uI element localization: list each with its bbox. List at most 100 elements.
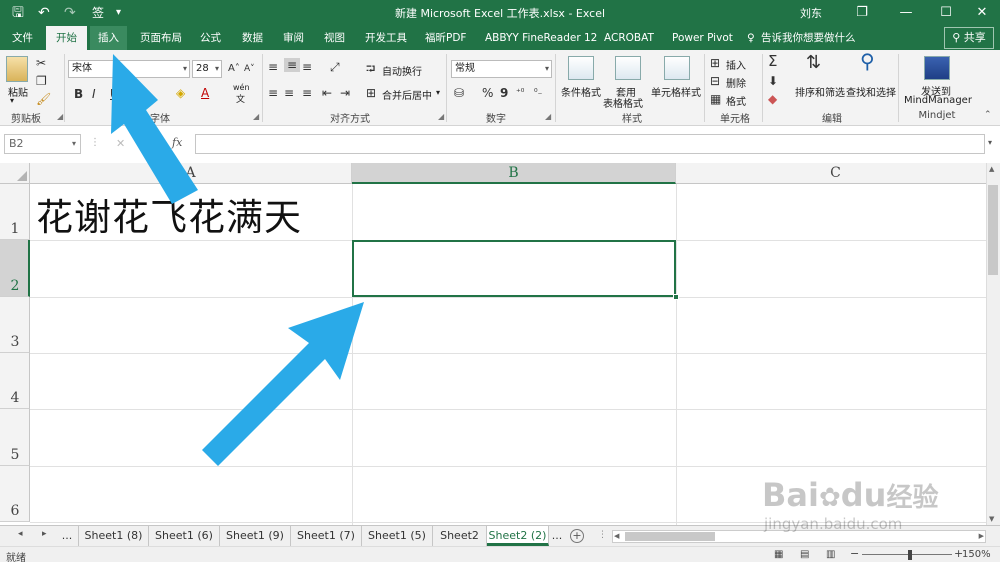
tab-developer[interactable]: 开发工具 <box>365 26 407 50</box>
format-table-label-2[interactable]: 表格格式 <box>603 95 643 110</box>
align-right-icon[interactable]: ≡ <box>302 86 312 100</box>
accounting-format-icon[interactable]: ⛁ <box>454 86 464 100</box>
fill-icon[interactable]: ⬇ <box>768 74 778 88</box>
share-button[interactable]: ⚲ 共享 <box>944 27 994 49</box>
tab-insert[interactable]: 插入 <box>90 26 127 50</box>
format-cells-button[interactable]: 格式 <box>726 93 746 108</box>
align-left-icon[interactable]: ≡ <box>268 86 278 100</box>
align-top-icon[interactable]: ≡ <box>268 60 278 74</box>
page-layout-view-icon[interactable]: ▤ <box>800 549 809 560</box>
cancel-entry-icon[interactable]: ✕ <box>116 137 125 150</box>
tab-home[interactable]: 开始 <box>46 26 87 50</box>
conditional-format-icon[interactable] <box>568 56 594 80</box>
collapse-ribbon-icon[interactable]: ⌃ <box>984 110 992 120</box>
column-header-a[interactable]: A <box>30 163 352 184</box>
sheet-tab[interactable]: Sheet1 (7) <box>291 526 362 546</box>
copy-icon[interactable]: ❐ <box>36 74 47 88</box>
phonetic-icon[interactable]: wén <box>233 83 250 92</box>
orientation-icon[interactable]: ⤢ <box>330 60 340 74</box>
alignment-launcher-icon[interactable]: ◢ <box>438 112 444 121</box>
tab-view[interactable]: 视图 <box>324 26 345 50</box>
sheet-tab[interactable]: Sheet2 <box>433 526 487 546</box>
autosum-icon[interactable]: Σ <box>768 54 777 69</box>
row-header-1[interactable]: 1 <box>0 184 30 240</box>
selected-cell-b2[interactable] <box>352 240 676 297</box>
select-all-corner[interactable] <box>0 163 30 184</box>
tab-power-pivot[interactable]: Power Pivot <box>672 26 733 50</box>
increase-indent-icon[interactable]: ⇥ <box>340 86 350 100</box>
fill-color-icon[interactable]: ◈ <box>176 86 185 100</box>
close-button[interactable]: ✕ <box>968 2 996 24</box>
decrease-indent-icon[interactable]: ⇤ <box>322 86 332 100</box>
tab-foxit-pdf[interactable]: 福昕PDF <box>425 26 466 50</box>
merge-center-button[interactable]: 合并后居中 <box>382 87 432 102</box>
delete-cells-icon[interactable]: ⊟ <box>710 74 720 88</box>
ribbon-display-icon[interactable]: ❐ <box>848 2 876 24</box>
zoom-out-button[interactable]: − <box>850 547 859 560</box>
increase-decimal-icon[interactable]: ⁺⁰ <box>516 86 524 100</box>
sheet-tab[interactable]: Sheet1 (5) <box>362 526 433 546</box>
row-header-3[interactable]: 3 <box>0 297 30 353</box>
more-sheets-right[interactable]: ... <box>549 526 565 546</box>
shrink-font-icon[interactable]: A˅ <box>244 62 255 76</box>
confirm-entry-icon[interactable]: ✓ <box>145 137 154 150</box>
number-launcher-icon[interactable]: ◢ <box>545 112 551 121</box>
send-mindmanager-label-2[interactable]: MindManager <box>904 95 972 106</box>
insert-function-icon[interactable]: fx <box>172 136 182 149</box>
more-sheets-left[interactable]: ... <box>56 526 78 546</box>
zoom-slider-thumb[interactable] <box>908 550 912 560</box>
row-header-5[interactable]: 5 <box>0 409 30 466</box>
row-header-4[interactable]: 4 <box>0 353 30 409</box>
user-name[interactable]: 刘东 <box>800 5 822 21</box>
find-select-icon[interactable]: ⚲ <box>860 51 875 71</box>
delete-cells-button[interactable]: 删除 <box>726 75 746 90</box>
horizontal-scroll-thumb[interactable] <box>625 532 715 541</box>
format-painter-icon[interactable]: 🖌 <box>36 92 51 106</box>
zoom-slider[interactable] <box>862 554 952 555</box>
cell-styles-button[interactable]: 单元格样式 <box>651 84 701 99</box>
align-center-icon[interactable]: ≡ <box>284 86 294 100</box>
sort-filter-icon[interactable]: ⇅ <box>806 54 821 72</box>
font-size-select[interactable]: 28 ▾ <box>192 60 222 78</box>
find-select-button[interactable]: 查找和选择 <box>846 84 896 99</box>
sheet-tab[interactable]: Sheet1 (9) <box>220 526 291 546</box>
tell-me-input[interactable]: 告诉我你想要做什么 <box>761 26 856 50</box>
tab-formulas[interactable]: 公式 <box>200 26 221 50</box>
vertical-scroll-thumb[interactable] <box>988 185 998 275</box>
maximize-button[interactable]: ☐ <box>932 2 960 24</box>
merge-center-icon[interactable]: ⊞ <box>366 86 376 100</box>
formula-input[interactable] <box>195 134 985 154</box>
worksheet-grid[interactable]: A B C 1 2 3 4 5 6 花谢花飞花满天 <box>0 163 986 525</box>
clear-icon[interactable]: ◆ <box>768 92 777 106</box>
tab-page-layout[interactable]: 页面布局 <box>140 26 182 50</box>
zoom-level[interactable]: 150% <box>962 549 991 560</box>
name-box[interactable]: B2 ▾ <box>4 134 81 154</box>
tab-review[interactable]: 审阅 <box>283 26 304 50</box>
align-middle-icon[interactable]: ≡ <box>284 58 300 72</box>
bold-button[interactable]: B <box>74 87 83 101</box>
sheet-tab[interactable]: Sheet1 (6) <box>149 526 220 546</box>
font-name-select[interactable]: 宋体 ▾ <box>68 60 190 78</box>
paste-icon[interactable] <box>6 56 28 82</box>
minimize-button[interactable]: — <box>892 2 920 24</box>
grow-font-icon[interactable]: A˄ <box>228 62 240 76</box>
column-header-b[interactable]: B <box>352 163 676 184</box>
insert-cells-button[interactable]: 插入 <box>726 57 746 72</box>
underline-button[interactable]: U <box>110 87 119 101</box>
mindmanager-icon[interactable] <box>924 56 950 80</box>
sort-filter-button[interactable]: 排序和筛选 <box>795 84 845 99</box>
page-break-view-icon[interactable]: ▥ <box>826 549 835 560</box>
tab-file[interactable]: 文件 <box>12 26 33 50</box>
add-sheet-button[interactable]: + <box>570 529 584 543</box>
tab-acrobat[interactable]: ACROBAT <box>604 26 654 50</box>
cut-icon[interactable]: ✂ <box>36 56 46 70</box>
italic-button[interactable]: I <box>92 87 96 101</box>
fill-handle[interactable] <box>673 294 679 300</box>
comma-style-button[interactable]: 9 <box>500 86 508 100</box>
expand-formula-bar-icon[interactable]: ▾ <box>988 138 992 147</box>
row-header-6[interactable]: 6 <box>0 466 30 522</box>
previous-sheet-icon[interactable]: ◂ <box>18 529 23 539</box>
font-launcher-icon[interactable]: ◢ <box>253 112 259 121</box>
align-bottom-icon[interactable]: ≡ <box>302 60 312 74</box>
row-header-2[interactable]: 2 <box>0 240 30 297</box>
